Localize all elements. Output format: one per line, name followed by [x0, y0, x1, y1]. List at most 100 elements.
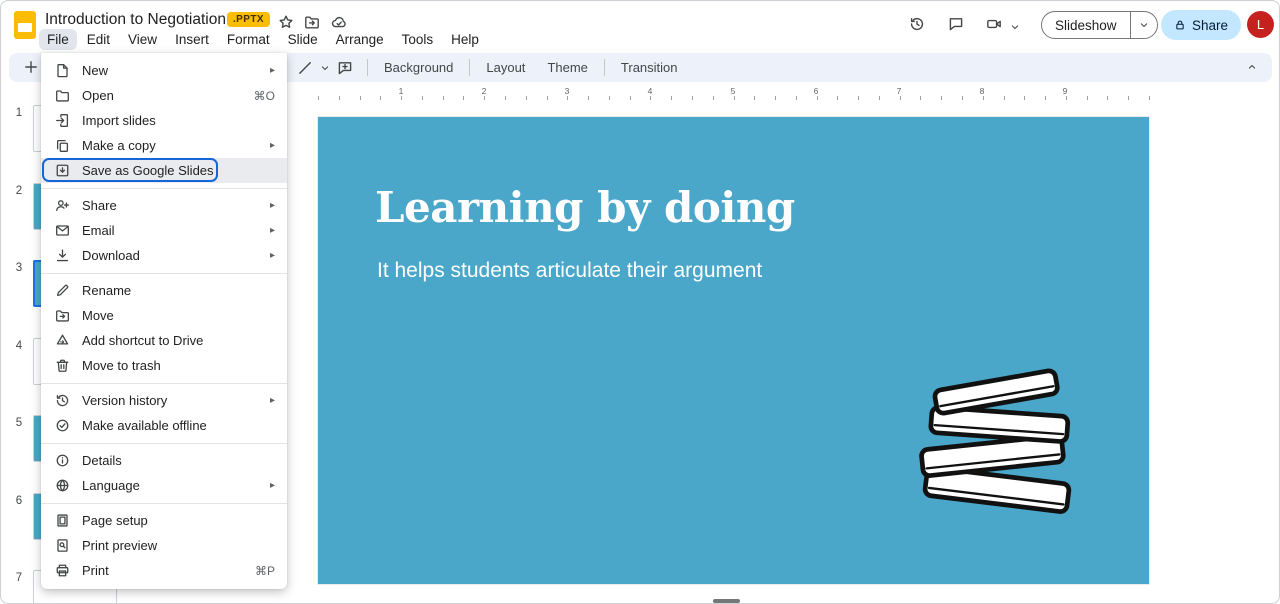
ruler-tick	[962, 96, 963, 100]
slide-number: 6	[11, 495, 27, 507]
add-comment-icon[interactable]	[337, 60, 353, 76]
toolbar-theme-button[interactable]: Theme	[537, 56, 597, 79]
file-menu-item-share[interactable]: Share▸	[41, 193, 287, 218]
comments-icon[interactable]	[948, 16, 964, 32]
line-tool-icon[interactable]	[297, 60, 313, 76]
ruler-tick	[484, 96, 485, 100]
menu-separator	[41, 273, 287, 274]
menu-insert[interactable]: Insert	[167, 29, 217, 50]
import-slides-icon	[55, 113, 71, 128]
file-menu-item-open[interactable]: Open⌘O	[41, 83, 287, 108]
file-menu-item-make-available-offline[interactable]: Make available offline	[41, 413, 287, 438]
books-illustration[interactable]	[903, 357, 1091, 522]
move-document-icon[interactable]	[304, 14, 320, 30]
ruler-number: 9	[1061, 86, 1070, 96]
ruler-tick	[380, 96, 381, 100]
file-menu-item-version-history[interactable]: Version history▸	[41, 388, 287, 413]
file-menu-item-print[interactable]: Print⌘P	[41, 558, 287, 583]
download-icon	[55, 248, 71, 263]
collapse-toolbar-icon[interactable]	[1246, 61, 1258, 73]
file-menu-item-new[interactable]: New▸	[41, 58, 287, 83]
menu-separator	[41, 503, 287, 504]
submenu-arrow-icon: ▸	[270, 226, 275, 236]
cloud-status-icon[interactable]	[331, 14, 347, 30]
move-folder-icon	[55, 308, 71, 323]
slide-number: 3	[11, 262, 27, 274]
horizontal-scrollbar[interactable]	[713, 599, 740, 603]
file-menu-item-rename[interactable]: Rename	[41, 278, 287, 303]
file-menu-item-details[interactable]: Details	[41, 448, 287, 473]
ruler-tick	[360, 96, 361, 100]
ruler-tick	[879, 96, 880, 100]
ruler-tick	[630, 96, 631, 100]
menu-arrange[interactable]: Arrange	[328, 29, 392, 50]
slideshow-dropdown-button[interactable]	[1131, 12, 1157, 38]
submenu-arrow-icon: ▸	[270, 66, 275, 76]
file-menu-item-move[interactable]: Move	[41, 303, 287, 328]
menu-help[interactable]: Help	[443, 29, 487, 50]
menu-format[interactable]: Format	[219, 29, 278, 50]
ruler-tick	[983, 96, 984, 100]
file-menu-item-email[interactable]: Email▸	[41, 218, 287, 243]
ruler-tick	[713, 96, 714, 100]
ruler-tick	[817, 96, 818, 100]
ruler-tick	[650, 96, 651, 100]
menu-slide[interactable]: Slide	[280, 29, 326, 50]
account-avatar[interactable]: L	[1247, 11, 1274, 38]
save-as-slides-icon	[55, 163, 71, 178]
ruler-tick	[796, 96, 797, 100]
slideshow-button[interactable]: Slideshow	[1042, 12, 1130, 38]
ruler-tick	[671, 96, 672, 100]
meet-video-icon[interactable]	[986, 16, 1002, 32]
new-slide-plus-icon[interactable]	[23, 59, 39, 75]
document-title[interactable]: Introduction to Negotiation	[45, 11, 226, 29]
slide-subtitle[interactable]: It helps students articulate their argum…	[377, 259, 762, 283]
toolbar-background-button[interactable]: Background	[374, 56, 463, 79]
ruler-tick	[734, 96, 735, 100]
shortcut-label: ⌘P	[255, 564, 275, 578]
slide-title[interactable]: Learning by doing	[375, 183, 795, 232]
video-dropdown-chevron-icon[interactable]	[1009, 21, 1021, 33]
slide-canvas[interactable]: Learning by doing It helps students arti…	[318, 117, 1149, 584]
star-icon[interactable]	[278, 14, 294, 30]
file-menu-item-make-a-copy[interactable]: Make a copy▸	[41, 133, 287, 158]
menu-separator	[41, 188, 287, 189]
file-menu-item-download[interactable]: Download▸	[41, 243, 287, 268]
version-history-icon	[55, 393, 71, 408]
page-setup-icon	[55, 513, 71, 528]
slides-app-icon[interactable]	[14, 11, 36, 39]
file-menu-item-language[interactable]: Language▸	[41, 473, 287, 498]
file-menu-item-save-as-google-slides[interactable]: Save as Google Slides	[41, 158, 287, 183]
menu-file[interactable]: File	[39, 29, 77, 50]
lock-icon	[1174, 19, 1186, 31]
ruler-number: 2	[480, 86, 489, 96]
submenu-arrow-icon: ▸	[270, 481, 275, 491]
menu-view[interactable]: View	[120, 29, 165, 50]
ruler-tick	[547, 96, 548, 100]
menu-tools[interactable]: Tools	[394, 29, 442, 50]
slide-number: 2	[11, 185, 27, 197]
file-menu-item-move-to-trash[interactable]: Move to trash	[41, 353, 287, 378]
submenu-arrow-icon: ▸	[270, 201, 275, 211]
ruler-number: 3	[563, 86, 572, 96]
version-history-icon[interactable]	[909, 16, 925, 32]
shortcut-label: ⌘O	[254, 89, 275, 103]
ruler-tick	[900, 96, 901, 100]
ruler-tick	[775, 96, 776, 100]
toolbar-layout-button[interactable]: Layout	[476, 56, 535, 79]
ruler-tick	[1045, 96, 1046, 100]
file-menu-item-print-preview[interactable]: Print preview	[41, 533, 287, 558]
share-button[interactable]: Share	[1161, 10, 1241, 40]
ruler-tick	[692, 96, 693, 100]
file-menu-item-import-slides[interactable]: Import slides	[41, 108, 287, 133]
toolbar-separator	[604, 59, 605, 76]
ruler-tick	[422, 96, 423, 100]
ruler-number: 6	[812, 86, 821, 96]
print-preview-icon	[55, 538, 71, 553]
line-tool-chevron-icon[interactable]	[319, 62, 331, 74]
file-menu: New▸Open⌘OImport slidesMake a copy▸Save …	[41, 53, 287, 589]
file-menu-item-page-setup[interactable]: Page setup	[41, 508, 287, 533]
menu-edit[interactable]: Edit	[79, 29, 118, 50]
file-menu-item-add-shortcut-to-drive[interactable]: Add shortcut to Drive	[41, 328, 287, 353]
toolbar-transition-button[interactable]: Transition	[611, 56, 688, 79]
